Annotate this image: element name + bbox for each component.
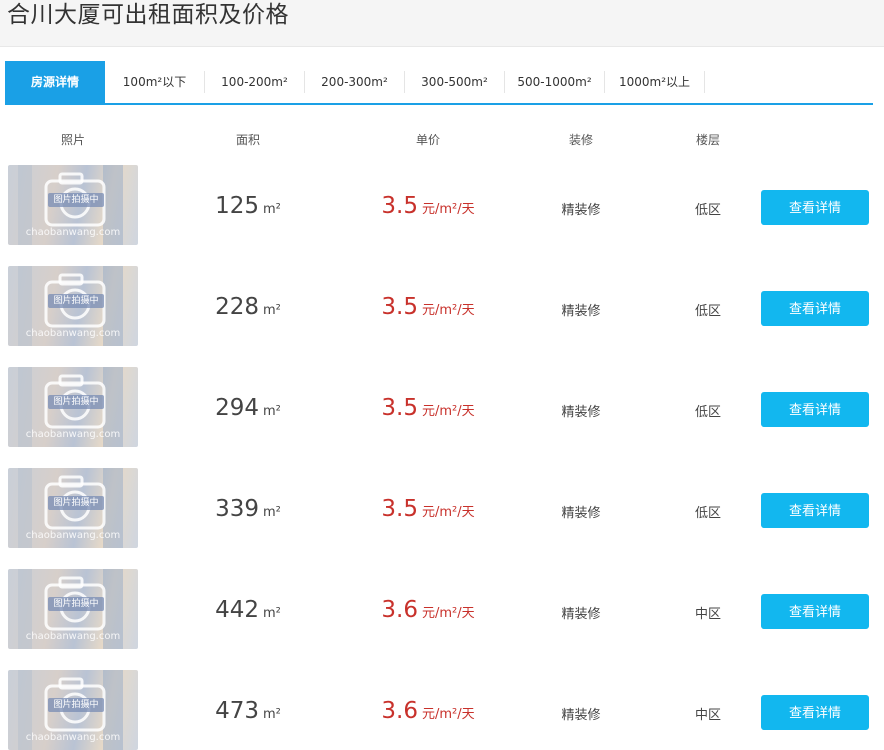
area-unit: m² — [263, 707, 281, 722]
tab-over-1000[interactable]: 1000m²以上 — [605, 61, 704, 103]
listing-floor: 低区 — [694, 405, 721, 420]
photo-status-badge: 图片拍摄中 — [48, 294, 104, 308]
tab-listing-details[interactable]: 房源详情 — [5, 61, 105, 103]
listing-photo-placeholder[interactable]: 图片拍摄中 chaobanwang.com — [8, 468, 138, 548]
area-value: 442 — [215, 597, 260, 623]
view-details-button[interactable]: 查看详情 — [761, 695, 869, 730]
listing-photo-placeholder[interactable]: 图片拍摄中 chaobanwang.com — [8, 670, 138, 750]
column-header-photo: 照片 — [60, 133, 85, 147]
listing-photo-placeholder[interactable]: 图片拍摄中 chaobanwang.com — [8, 266, 138, 346]
listing-floor: 低区 — [694, 203, 721, 218]
price-unit: 元/m²/天 — [421, 303, 475, 318]
listing-area: 228 m² — [178, 294, 318, 320]
area-value: 294 — [215, 395, 260, 421]
photo-watermark: chaobanwang.com — [25, 429, 121, 440]
price-value: 3.5 — [381, 193, 418, 219]
price-value: 3.5 — [381, 294, 418, 320]
column-header-price: 单价 — [415, 133, 440, 147]
listing-price: 3.5 元/m²/天 — [338, 496, 518, 522]
listing-price: 3.5 元/m²/天 — [338, 193, 518, 219]
price-value: 3.6 — [381, 698, 418, 724]
page-header: 合川大厦可出租面积及价格 — [0, 0, 884, 47]
tab-100-200[interactable]: 100-200m² — [205, 61, 304, 103]
listing-floor: 中区 — [694, 708, 721, 723]
area-unit: m² — [263, 505, 281, 520]
photo-watermark: chaobanwang.com — [25, 732, 121, 743]
view-details-button[interactable]: 查看详情 — [761, 291, 869, 326]
listing-area: 294 m² — [178, 395, 318, 421]
view-details-button[interactable]: 查看详情 — [761, 594, 869, 629]
column-header-decoration: 装修 — [568, 133, 593, 147]
listing-floor: 低区 — [694, 506, 721, 521]
listing-area: 473 m² — [178, 698, 318, 724]
area-value: 125 — [215, 193, 260, 219]
listing-price: 3.5 元/m²/天 — [338, 395, 518, 421]
photo-status-badge: 图片拍摄中 — [48, 193, 104, 207]
photo-watermark: chaobanwang.com — [25, 631, 121, 642]
listing-row: 图片拍摄中 chaobanwang.com 125 m² 3.5 元/m²/天 精装… — [0, 165, 884, 245]
listing-price: 3.5 元/m²/天 — [338, 294, 518, 320]
area-value: 339 — [215, 496, 260, 522]
listing-row: 图片拍摄中 chaobanwang.com 294 m² 3.5 元/m²/天 精装… — [0, 367, 884, 447]
column-header-floor: 楼层 — [695, 133, 720, 147]
price-unit: 元/m²/天 — [421, 202, 475, 217]
area-value: 473 — [215, 698, 260, 724]
listing-decoration: 精装修 — [561, 506, 601, 521]
listing-decoration: 精装修 — [561, 708, 601, 723]
listing-price: 3.6 元/m²/天 — [338, 597, 518, 623]
price-unit: 元/m²/天 — [421, 606, 475, 621]
area-unit: m² — [263, 303, 281, 318]
listing-row: 图片拍摄中 chaobanwang.com 228 m² 3.5 元/m²/天 精装… — [0, 266, 884, 346]
tab-200-300[interactable]: 200-300m² — [305, 61, 404, 103]
price-unit: 元/m²/天 — [421, 404, 475, 419]
view-details-button[interactable]: 查看详情 — [761, 392, 869, 427]
listing-decoration: 精装修 — [561, 405, 601, 420]
listing-area: 339 m² — [178, 496, 318, 522]
column-header-area: 面积 — [235, 133, 260, 147]
area-unit: m² — [263, 202, 281, 217]
listing-row: 图片拍摄中 chaobanwang.com 473 m² 3.6 元/m²/天 精装… — [0, 670, 884, 750]
listing-decoration: 精装修 — [561, 304, 601, 319]
view-details-button[interactable]: 查看详情 — [761, 493, 869, 528]
tab-divider — [704, 71, 705, 93]
photo-watermark: chaobanwang.com — [25, 530, 121, 541]
area-unit: m² — [263, 404, 281, 419]
photo-status-badge: 图片拍摄中 — [48, 496, 104, 510]
photo-status-badge: 图片拍摄中 — [48, 597, 104, 611]
photo-watermark: chaobanwang.com — [25, 227, 121, 238]
tab-300-500[interactable]: 300-500m² — [405, 61, 504, 103]
photo-status-badge: 图片拍摄中 — [48, 395, 104, 409]
photo-watermark: chaobanwang.com — [25, 328, 121, 339]
price-unit: 元/m²/天 — [421, 505, 475, 520]
photo-status-badge: 图片拍摄中 — [48, 698, 104, 712]
listing-price: 3.6 元/m²/天 — [338, 698, 518, 724]
tab-500-1000[interactable]: 500-1000m² — [505, 61, 604, 103]
tab-under-100[interactable]: 100m²以下 — [105, 61, 204, 103]
listing-photo-placeholder[interactable]: 图片拍摄中 chaobanwang.com — [8, 367, 138, 447]
listing-floor: 中区 — [694, 607, 721, 622]
view-details-button[interactable]: 查看详情 — [761, 190, 869, 225]
tab-bar: 房源详情 100m²以下 100-200m² 200-300m² 300-500… — [5, 61, 873, 105]
listing-decoration: 精装修 — [561, 607, 601, 622]
price-value: 3.6 — [381, 597, 418, 623]
area-unit: m² — [263, 606, 281, 621]
price-value: 3.5 — [381, 496, 418, 522]
listing-row: 图片拍摄中 chaobanwang.com 339 m² 3.5 元/m²/天 精装… — [0, 468, 884, 548]
listing-area: 125 m² — [178, 193, 318, 219]
listing-decoration: 精装修 — [561, 203, 601, 218]
price-value: 3.5 — [381, 395, 418, 421]
listing-photo-placeholder[interactable]: 图片拍摄中 chaobanwang.com — [8, 569, 138, 649]
listing-photo-placeholder[interactable]: 图片拍摄中 chaobanwang.com — [8, 165, 138, 245]
listing-row: 图片拍摄中 chaobanwang.com 442 m² 3.6 元/m²/天 精装… — [0, 569, 884, 649]
page-title: 合川大厦可出租面积及价格 — [7, 2, 289, 28]
price-unit: 元/m²/天 — [421, 707, 475, 722]
listing-area: 442 m² — [178, 597, 318, 623]
area-value: 228 — [215, 294, 260, 320]
listing-floor: 低区 — [694, 304, 721, 319]
